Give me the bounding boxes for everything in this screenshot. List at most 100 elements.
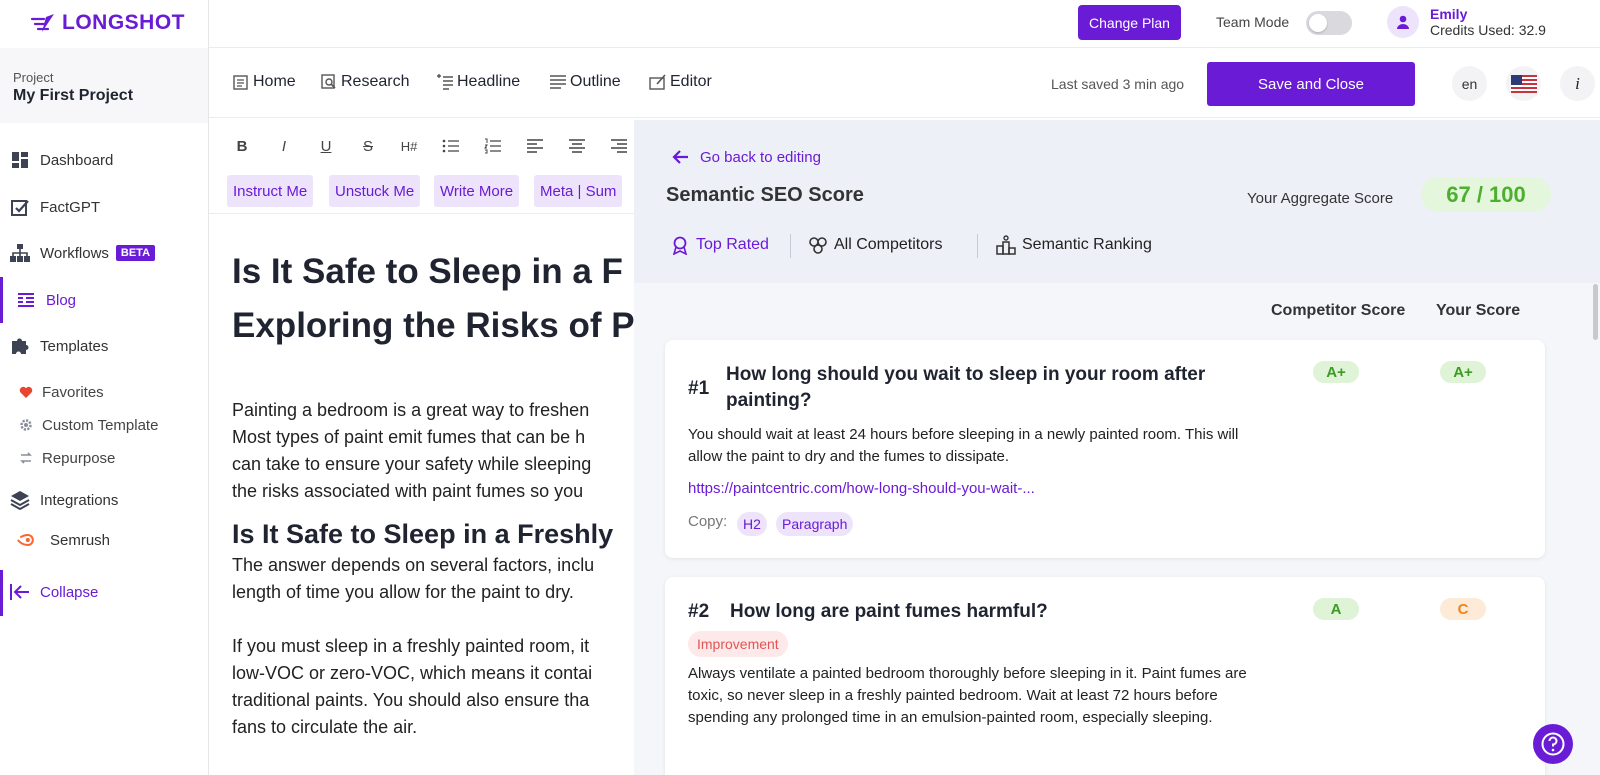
back-label: Go back to editing — [700, 148, 821, 166]
save-and-close-button[interactable]: Save and Close — [1207, 62, 1415, 106]
help-button[interactable] — [1533, 724, 1573, 764]
seo-title: Semantic SEO Score — [666, 184, 864, 206]
tab-semantic-ranking[interactable]: Semantic Ranking — [996, 235, 1152, 255]
numbered-list-icon — [484, 138, 501, 154]
copy-h2-button[interactable]: H2 — [737, 512, 767, 536]
sidebar-item-workflows[interactable]: Workflows BETA — [0, 238, 208, 268]
align-center-button[interactable] — [565, 134, 589, 158]
sidebar-item-label: Templates — [40, 337, 109, 355]
paragraph[interactable]: If you must sleep in a freshly painted r… — [232, 633, 634, 741]
bold-button[interactable]: B — [230, 134, 254, 158]
sidebar-item-label: Blog — [46, 291, 77, 309]
tab-label: Home — [253, 73, 296, 90]
user-icon — [1397, 15, 1409, 29]
check-square-icon — [10, 197, 30, 217]
project-selector[interactable]: Project My First Project — [0, 48, 208, 123]
sidebar-item-label: Collapse — [40, 583, 99, 601]
tab-top-rated[interactable]: Top Rated — [670, 235, 769, 255]
team-mode-toggle[interactable] — [1306, 11, 1352, 35]
sidebar-item-custom-template[interactable]: Custom Template — [0, 412, 208, 438]
paragraph[interactable]: The answer depends on several factors, i… — [232, 552, 634, 606]
tab-editor[interactable]: Editor — [649, 73, 712, 91]
headline-icon — [437, 74, 453, 90]
source-link[interactable]: https://paintcentric.com/how-long-should… — [688, 480, 1035, 497]
competitor-score-badge: A+ — [1313, 361, 1359, 383]
tab-label: Semantic Ranking — [1022, 236, 1152, 253]
strikethrough-button[interactable]: S — [356, 134, 380, 158]
workflow-icon — [10, 243, 30, 263]
sidebar-item-semrush[interactable]: Semrush — [0, 526, 208, 554]
toggle-knob — [1309, 14, 1327, 32]
write-more-button[interactable]: Write More — [434, 175, 520, 207]
paragraph-line: Most types of paint emit fumes that can … — [232, 427, 586, 447]
sidebar-item-blog[interactable]: Blog — [0, 277, 208, 323]
tab-divider — [977, 234, 978, 258]
semrush-icon — [17, 530, 37, 550]
copy-paragraph-button[interactable]: Paragraph — [776, 512, 854, 536]
document-title[interactable]: Is It Safe to Sleep in a F Exploring the… — [232, 245, 634, 353]
podium-icon — [996, 235, 1016, 255]
paragraph[interactable]: Painting a bedroom is a great way to fre… — [232, 397, 634, 505]
sidebar-item-label: Semrush — [50, 531, 111, 549]
language-selector[interactable]: en — [1452, 66, 1487, 101]
italic-button[interactable]: I — [272, 134, 296, 158]
underline-button[interactable]: U — [314, 134, 338, 158]
info-icon[interactable]: i — [1560, 66, 1595, 101]
blog-icon — [16, 290, 36, 310]
sidebar-item-label: FactGPT — [40, 198, 101, 216]
instruct-me-button[interactable]: Instruct Me — [227, 175, 314, 207]
sidebar-item-templates[interactable]: Templates — [0, 331, 208, 361]
sidebar-item-label: Integrations — [40, 491, 119, 509]
avatar[interactable] — [1387, 6, 1419, 38]
your-score-badge: C — [1440, 598, 1486, 620]
section-heading[interactable]: Is It Safe to Sleep in a Freshly — [232, 518, 634, 550]
last-saved-status: Last saved 3 min ago — [1051, 76, 1185, 92]
paragraph-line: traditional paints. You should also ensu… — [232, 690, 590, 710]
sidebar-item-factgpt[interactable]: FactGPT — [0, 192, 208, 222]
tab-divider — [790, 234, 791, 258]
go-back-to-editing-link[interactable]: Go back to editing — [672, 148, 821, 166]
numbered-list-button[interactable] — [481, 134, 505, 158]
copy-label: Copy: — [688, 513, 728, 530]
collapse-icon — [10, 582, 30, 602]
result-rank: #2 — [688, 601, 710, 622]
sidebar-item-repurpose[interactable]: Repurpose — [0, 445, 208, 471]
country-flag-button[interactable] — [1506, 66, 1541, 101]
logo[interactable]: LONGSHOT — [30, 10, 185, 36]
document-body[interactable]: Is It Safe to Sleep in a F Exploring the… — [232, 245, 634, 741]
workflow-tabs: Home Research Headline Outline Editor La… — [209, 49, 1600, 118]
sidebar-item-integrations[interactable]: Integrations — [0, 486, 208, 514]
repurpose-icon — [19, 451, 33, 465]
tab-headline[interactable]: Headline — [436, 73, 520, 91]
sidebar-item-label: Dashboard — [40, 151, 114, 169]
tab-home[interactable]: Home — [232, 73, 296, 91]
tab-label: Top Rated — [696, 236, 769, 253]
meta-summary-button[interactable]: Meta | Sum — [534, 175, 623, 207]
sidebar-item-dashboard[interactable]: Dashboard — [0, 145, 208, 175]
align-right-icon — [611, 139, 627, 153]
bullet-list-button[interactable] — [439, 134, 463, 158]
result-question: How long are paint fumes harmful? — [730, 601, 1048, 622]
your-score-badge: A+ — [1440, 361, 1486, 383]
paragraph-line: If you must sleep in a freshly painted r… — [232, 636, 590, 656]
change-plan-button[interactable]: Change Plan — [1078, 5, 1181, 40]
tab-label: Editor — [670, 73, 712, 90]
tab-label: Headline — [457, 73, 521, 90]
tab-outline[interactable]: Outline — [549, 73, 621, 91]
tab-research[interactable]: Research — [320, 73, 409, 91]
align-left-button[interactable] — [523, 134, 547, 158]
paragraph-line: length of time you allow for the paint t… — [232, 582, 574, 602]
editor-icon — [649, 74, 666, 90]
align-right-button[interactable] — [607, 134, 631, 158]
collapse-sidebar-button[interactable]: Collapse — [0, 570, 208, 616]
unstuck-me-button[interactable]: Unstuck Me — [329, 175, 421, 207]
us-flag-icon — [1510, 74, 1537, 93]
heading-button[interactable]: H# — [397, 134, 421, 158]
sidebar-item-favorites[interactable]: Favorites — [0, 379, 208, 405]
award-icon — [672, 236, 688, 255]
panel-scrollbar[interactable] — [1593, 284, 1598, 340]
paragraph-line: Painting a bedroom is a great way to fre… — [232, 400, 590, 420]
gear-icon — [19, 418, 33, 432]
tab-all-competitors[interactable]: All Competitors — [808, 235, 942, 255]
sidebar: LONGSHOT Project My First Project Dashbo… — [0, 0, 209, 775]
